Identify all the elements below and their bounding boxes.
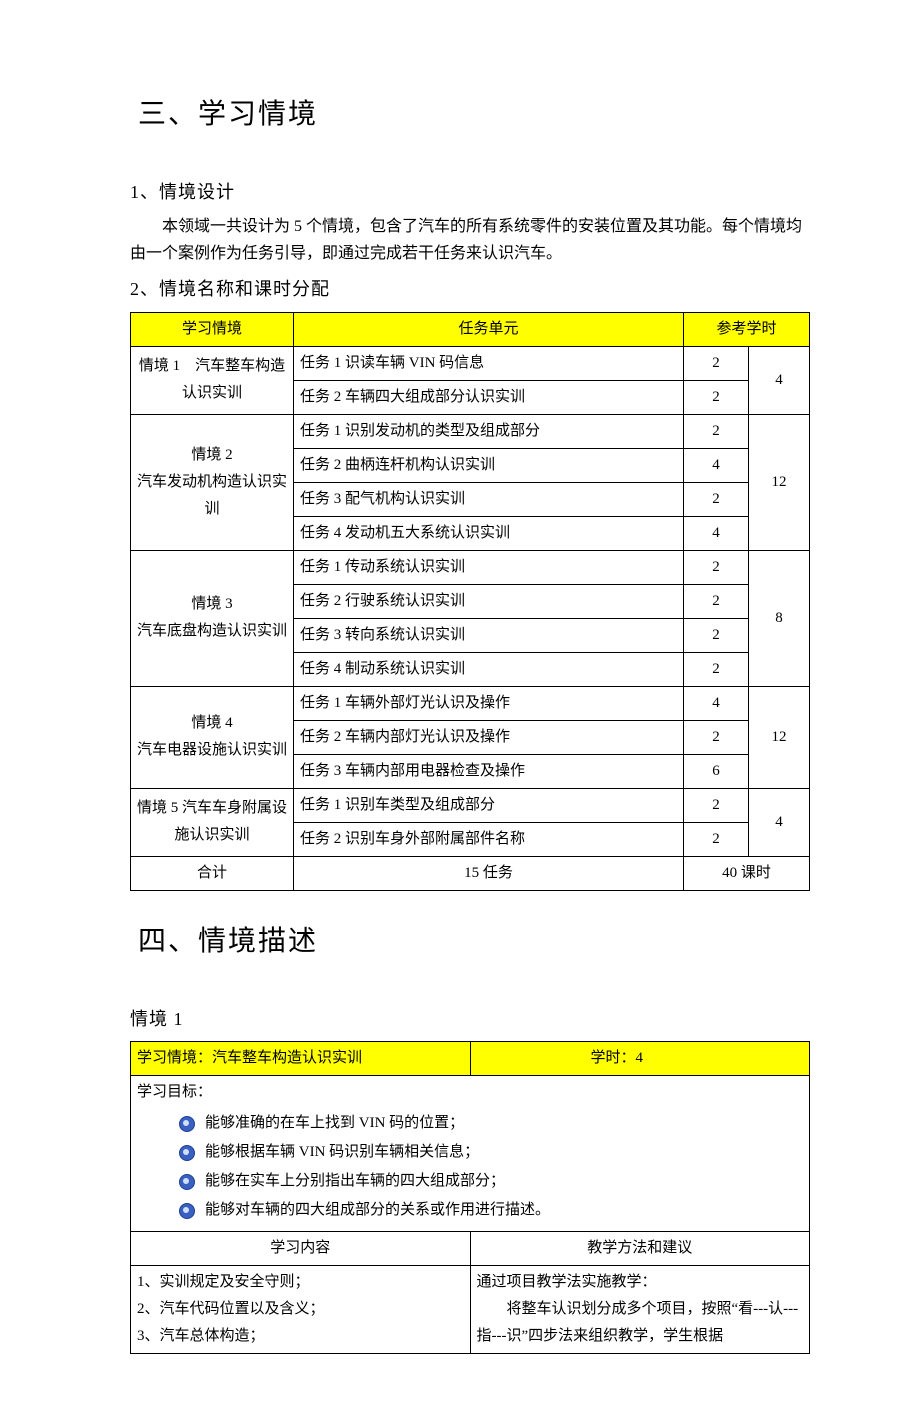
bullet-icon	[179, 1203, 195, 1219]
content-header-row: 学习内容 教学方法和建议	[131, 1232, 810, 1266]
situation-cell: 情境 4 汽车电器设施认识实训	[131, 686, 294, 788]
total-cell: 8	[749, 550, 810, 686]
objectives-cell: 学习目标： 能够准确的在车上找到 VIN 码的位置； 能够根据车辆 VIN 码识…	[131, 1076, 810, 1232]
desc-header-right: 学时：4	[470, 1042, 810, 1076]
section-heading: 三、学习情境	[138, 90, 810, 140]
footer-label: 合计	[131, 856, 294, 890]
table-row: 情境 2 汽车发动机构造认识实训 任务 1 识别发动机的类型及组成部分 2 12	[131, 414, 810, 448]
situation-cell: 情境 1 汽车整车构造认识实训	[131, 346, 294, 414]
footer-tasks: 15 任务	[294, 856, 684, 890]
content-label: 学习内容	[131, 1232, 471, 1266]
section-heading: 四、情境描述	[138, 917, 810, 967]
hour-cell: 2	[684, 550, 749, 584]
hour-cell: 4	[684, 516, 749, 550]
task-cell: 任务 3 车辆内部用电器检查及操作	[294, 754, 684, 788]
list-item: 能够对车辆的四大组成部分的关系或作用进行描述。	[179, 1197, 803, 1224]
col-header-situation: 学习情境	[131, 312, 294, 346]
task-cell: 任务 2 识别车身外部附属部件名称	[294, 822, 684, 856]
situation-cell: 情境 3 汽车底盘构造认识实训	[131, 550, 294, 686]
task-cell: 任务 2 曲柄连杆机构认识实训	[294, 448, 684, 482]
subsection-heading: 2、情境名称和课时分配	[130, 273, 810, 305]
list-item: 能够在实车上分别指出车辆的四大组成部分；	[179, 1168, 803, 1195]
hour-cell: 2	[684, 788, 749, 822]
task-cell: 任务 1 车辆外部灯光认识及操作	[294, 686, 684, 720]
table-footer-row: 合计 15 任务 40 课时	[131, 856, 810, 890]
hour-cell: 6	[684, 754, 749, 788]
total-cell: 4	[749, 346, 810, 414]
hour-cell: 2	[684, 720, 749, 754]
content-body-row: 1、实训规定及安全守则； 2、汽车代码位置以及含义； 3、汽车总体构造； 通过项…	[131, 1266, 810, 1354]
hour-cell: 4	[684, 448, 749, 482]
subsection-heading: 1、情境设计	[130, 176, 810, 208]
table-header-row: 学习情境 任务单元 参考学时	[131, 312, 810, 346]
method-label: 教学方法和建议	[470, 1232, 810, 1266]
bullet-icon	[179, 1145, 195, 1161]
task-cell: 任务 1 识别车类型及组成部分	[294, 788, 684, 822]
footer-hours: 40 课时	[684, 856, 810, 890]
table-row: 情境 5 汽车车身附属设施认识实训 任务 1 识别车类型及组成部分 2 4	[131, 788, 810, 822]
objectives-list: 能够准确的在车上找到 VIN 码的位置； 能够根据车辆 VIN 码识别车辆相关信…	[179, 1110, 803, 1224]
list-item: 能够准确的在车上找到 VIN 码的位置；	[179, 1110, 803, 1137]
subsection-heading: 情境 1	[130, 1003, 810, 1035]
bullet-icon	[179, 1116, 195, 1132]
task-cell: 任务 3 转向系统认识实训	[294, 618, 684, 652]
content-cell: 1、实训规定及安全守则； 2、汽车代码位置以及含义； 3、汽车总体构造；	[131, 1266, 471, 1354]
task-cell: 任务 4 制动系统认识实训	[294, 652, 684, 686]
task-cell: 任务 2 车辆四大组成部分认识实训	[294, 380, 684, 414]
description-table: 学习情境：汽车整车构造认识实训 学时：4 学习目标： 能够准确的在车上找到 VI…	[130, 1041, 810, 1354]
task-cell: 任务 1 传动系统认识实训	[294, 550, 684, 584]
total-cell: 12	[749, 414, 810, 550]
desc-header-left: 学习情境：汽车整车构造认识实训	[131, 1042, 471, 1076]
hour-cell: 2	[684, 380, 749, 414]
hour-cell: 2	[684, 652, 749, 686]
document-page: 三、学习情境 1、情境设计 本领域一共设计为 5 个情境，包含了汽车的所有系统零…	[0, 0, 920, 1414]
task-cell: 任务 3 配气机构认识实训	[294, 482, 684, 516]
hour-cell: 2	[684, 618, 749, 652]
hour-cell: 2	[684, 822, 749, 856]
bullet-icon	[179, 1174, 195, 1190]
table-row: 情境 1 汽车整车构造认识实训 任务 1 识读车辆 VIN 码信息 2 4	[131, 346, 810, 380]
col-header-hours: 参考学时	[684, 312, 810, 346]
task-cell: 任务 4 发动机五大系统认识实训	[294, 516, 684, 550]
paragraph: 本领域一共设计为 5 个情境，包含了汽车的所有系统零件的安装位置及其功能。每个情…	[130, 213, 810, 267]
task-cell: 任务 2 行驶系统认识实训	[294, 584, 684, 618]
hour-cell: 2	[684, 482, 749, 516]
task-cell: 任务 1 识别发动机的类型及组成部分	[294, 414, 684, 448]
objectives-row: 学习目标： 能够准确的在车上找到 VIN 码的位置； 能够根据车辆 VIN 码识…	[131, 1076, 810, 1232]
task-cell: 任务 1 识读车辆 VIN 码信息	[294, 346, 684, 380]
situation-cell: 情境 5 汽车车身附属设施认识实训	[131, 788, 294, 856]
method-cell: 通过项目教学法实施教学： 将整车认识划分成多个项目，按照“看---认---指--…	[470, 1266, 810, 1354]
situation-cell: 情境 2 汽车发动机构造认识实训	[131, 414, 294, 550]
col-header-task: 任务单元	[294, 312, 684, 346]
objectives-label: 学习目标：	[137, 1079, 803, 1106]
task-cell: 任务 2 车辆内部灯光认识及操作	[294, 720, 684, 754]
hour-cell: 2	[684, 414, 749, 448]
list-item: 能够根据车辆 VIN 码识别车辆相关信息；	[179, 1139, 803, 1166]
situations-table: 学习情境 任务单元 参考学时 情境 1 汽车整车构造认识实训 任务 1 识读车辆…	[130, 312, 810, 891]
total-cell: 12	[749, 686, 810, 788]
hour-cell: 2	[684, 346, 749, 380]
hour-cell: 2	[684, 584, 749, 618]
desc-header-row: 学习情境：汽车整车构造认识实训 学时：4	[131, 1042, 810, 1076]
total-cell: 4	[749, 788, 810, 856]
table-row: 情境 4 汽车电器设施认识实训 任务 1 车辆外部灯光认识及操作 4 12	[131, 686, 810, 720]
hour-cell: 4	[684, 686, 749, 720]
table-row: 情境 3 汽车底盘构造认识实训 任务 1 传动系统认识实训 2 8	[131, 550, 810, 584]
